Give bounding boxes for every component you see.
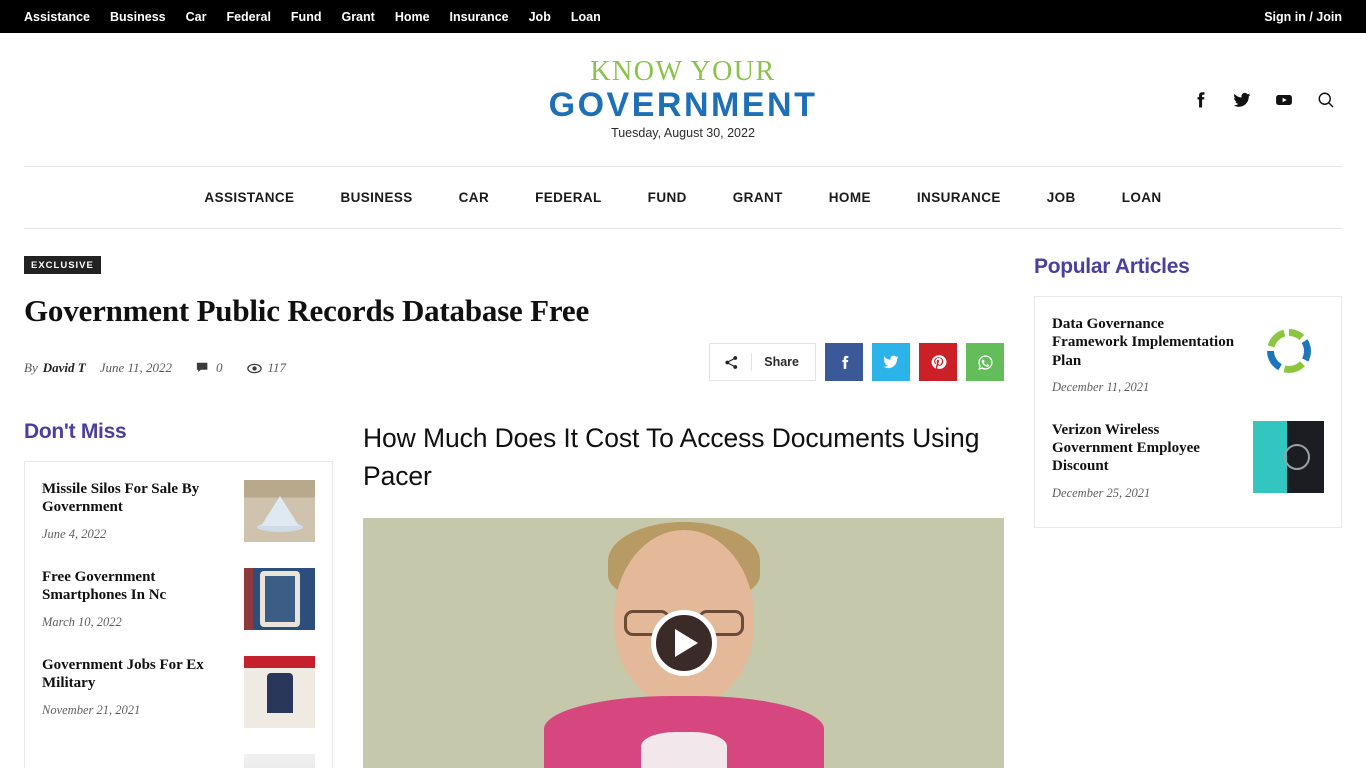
signin-join-link[interactable]: Sign in / Join xyxy=(1264,10,1342,24)
top-category-nav: Assistance Business Car Federal Fund Gra… xyxy=(24,10,601,24)
main-navigation: ASSISTANCE BUSINESS CAR FEDERAL FUND GRA… xyxy=(24,166,1342,229)
signin-join-area: Sign in / Join xyxy=(1264,10,1342,24)
list-item[interactable]: Verizon Wireless Government Employee Dis… xyxy=(1052,420,1324,527)
youtube-icon[interactable] xyxy=(1274,90,1294,110)
nav-item-home[interactable]: HOME xyxy=(806,190,894,205)
share-facebook-button[interactable] xyxy=(825,343,863,381)
list-item-date: March 10, 2022 xyxy=(42,614,122,629)
view-count: 117 xyxy=(246,360,287,376)
facebook-icon[interactable] xyxy=(1190,90,1210,110)
page-content: EXCLUSIVE Government Public Records Data… xyxy=(0,229,1366,768)
site-masthead: KNOW YOUR GOVERNMENT Tuesday, August 30,… xyxy=(0,33,1366,166)
topbar-link-assistance[interactable]: Assistance xyxy=(24,10,90,24)
popular-articles-heading: Popular Articles xyxy=(1034,255,1190,278)
sidebar: Popular Articles Data Governance Framewo… xyxy=(1034,255,1342,768)
dont-miss-list: Missile Silos For Sale By Government Jun… xyxy=(24,461,333,768)
exclusive-badge: EXCLUSIVE xyxy=(24,256,101,274)
data-governance-diagram-thumbnail xyxy=(1253,315,1324,387)
nav-item-federal[interactable]: FEDERAL xyxy=(512,190,625,205)
eye-icon xyxy=(246,363,262,373)
topbar-link-fund[interactable]: Fund xyxy=(291,10,322,24)
share-icon xyxy=(725,355,738,369)
nav-item-job[interactable]: JOB xyxy=(1024,190,1099,205)
top-utility-bar: Assistance Business Car Federal Fund Gra… xyxy=(0,0,1366,33)
twitter-icon xyxy=(883,355,899,369)
nav-item-fund[interactable]: FUND xyxy=(625,190,710,205)
video-player[interactable] xyxy=(363,518,1004,768)
topbar-link-federal[interactable]: Federal xyxy=(226,10,270,24)
smartphone-kiosk-thumbnail xyxy=(244,568,315,630)
smartphones-thumbnail xyxy=(1253,420,1324,493)
topbar-link-job[interactable]: Job xyxy=(529,10,551,24)
topbar-link-business[interactable]: Business xyxy=(110,10,166,24)
view-count-value: 117 xyxy=(267,360,287,375)
nav-item-grant[interactable]: GRANT xyxy=(710,190,806,205)
list-item-date: December 11, 2021 xyxy=(1052,379,1150,394)
logo-main-text: GOVERNMENT xyxy=(548,85,818,124)
list-item-title[interactable]: Missile Silos For Sale By Government xyxy=(42,480,230,517)
comment-count: 0 xyxy=(196,360,223,376)
publish-date: June 11, 2022 xyxy=(99,360,173,375)
share-pinterest-button[interactable] xyxy=(919,343,957,381)
missile-silo-thumbnail xyxy=(244,480,315,542)
nav-item-insurance[interactable]: INSURANCE xyxy=(894,190,1024,205)
list-item[interactable]: Missile Silos For Sale By Government Jun… xyxy=(42,480,315,568)
site-logo[interactable]: KNOW YOUR GOVERNMENT Tuesday, August 30,… xyxy=(0,57,1366,142)
list-item-title[interactable]: Government Jobs For Ex Military xyxy=(42,656,230,693)
nav-item-business[interactable]: BUSINESS xyxy=(317,190,435,205)
popular-articles-list: Data Governance Framework Implementation… xyxy=(1034,296,1342,528)
twitter-icon[interactable] xyxy=(1232,90,1252,110)
author-name[interactable]: David T xyxy=(43,360,86,376)
dont-miss-heading: Don't Miss xyxy=(24,420,127,443)
topbar-link-car[interactable]: Car xyxy=(186,10,207,24)
logo-top-text: KNOW YOUR xyxy=(590,56,776,88)
share-bar: Share xyxy=(709,343,1004,381)
topbar-link-loan[interactable]: Loan xyxy=(571,10,601,24)
list-item[interactable]: Data Governance Framework Implementation… xyxy=(1052,315,1324,421)
list-item[interactable]: Government Jobs For Ex Military November… xyxy=(42,656,315,754)
social-icon-bar xyxy=(1190,90,1336,110)
nav-item-assistance[interactable]: ASSISTANCE xyxy=(181,190,317,205)
share-label: Share xyxy=(764,355,799,369)
list-item-title[interactable]: Free Government Smartphones In Nc xyxy=(42,568,230,605)
share-button[interactable]: Share xyxy=(709,343,816,381)
page-title: Government Public Records Database Free xyxy=(24,293,590,328)
main-column: EXCLUSIVE Government Public Records Data… xyxy=(24,255,1004,768)
ex-military-jobs-thumbnail xyxy=(244,656,315,728)
comment-count-value: 0 xyxy=(216,360,223,375)
comment-icon xyxy=(196,362,208,372)
video-title: How Much Does It Cost To Access Document… xyxy=(363,423,980,491)
share-twitter-button[interactable] xyxy=(872,343,910,381)
list-item-date: June 4, 2022 xyxy=(42,526,107,541)
dont-miss-column: Don't Miss Missile Silos For Sale By Gov… xyxy=(24,420,333,768)
search-icon[interactable] xyxy=(1316,90,1336,110)
list-item-title[interactable]: Data Governance Framework Implementation… xyxy=(1052,315,1239,370)
topbar-link-insurance[interactable]: Insurance xyxy=(450,10,509,24)
video-column: How Much Does It Cost To Access Document… xyxy=(363,420,1004,768)
pinterest-icon xyxy=(931,354,946,369)
play-button[interactable] xyxy=(650,610,717,677)
byline-label: By xyxy=(24,360,38,375)
list-item-date: November 21, 2021 xyxy=(42,702,141,717)
topbar-link-grant[interactable]: Grant xyxy=(341,10,374,24)
list-item[interactable] xyxy=(42,754,315,768)
list-item[interactable]: Free Government Smartphones In Nc March … xyxy=(42,568,315,656)
topbar-link-home[interactable]: Home xyxy=(395,10,430,24)
article-meta: By David T June 11, 2022 0 117 Share xyxy=(24,343,1004,387)
nav-item-loan[interactable]: LOAN xyxy=(1099,190,1185,205)
facebook-icon xyxy=(841,355,848,369)
main-split: Don't Miss Missile Silos For Sale By Gov… xyxy=(24,420,1004,768)
list-item-title[interactable]: Verizon Wireless Government Employee Dis… xyxy=(1052,421,1239,476)
video-person-shirt xyxy=(640,732,727,768)
whatsapp-icon xyxy=(977,354,993,370)
nav-item-car[interactable]: CAR xyxy=(436,190,512,205)
current-date: Tuesday, August 30, 2022 xyxy=(611,125,755,140)
list-item-date: December 25, 2021 xyxy=(1052,485,1151,500)
partial-thumbnail xyxy=(244,754,315,768)
share-whatsapp-button[interactable] xyxy=(966,343,1004,381)
